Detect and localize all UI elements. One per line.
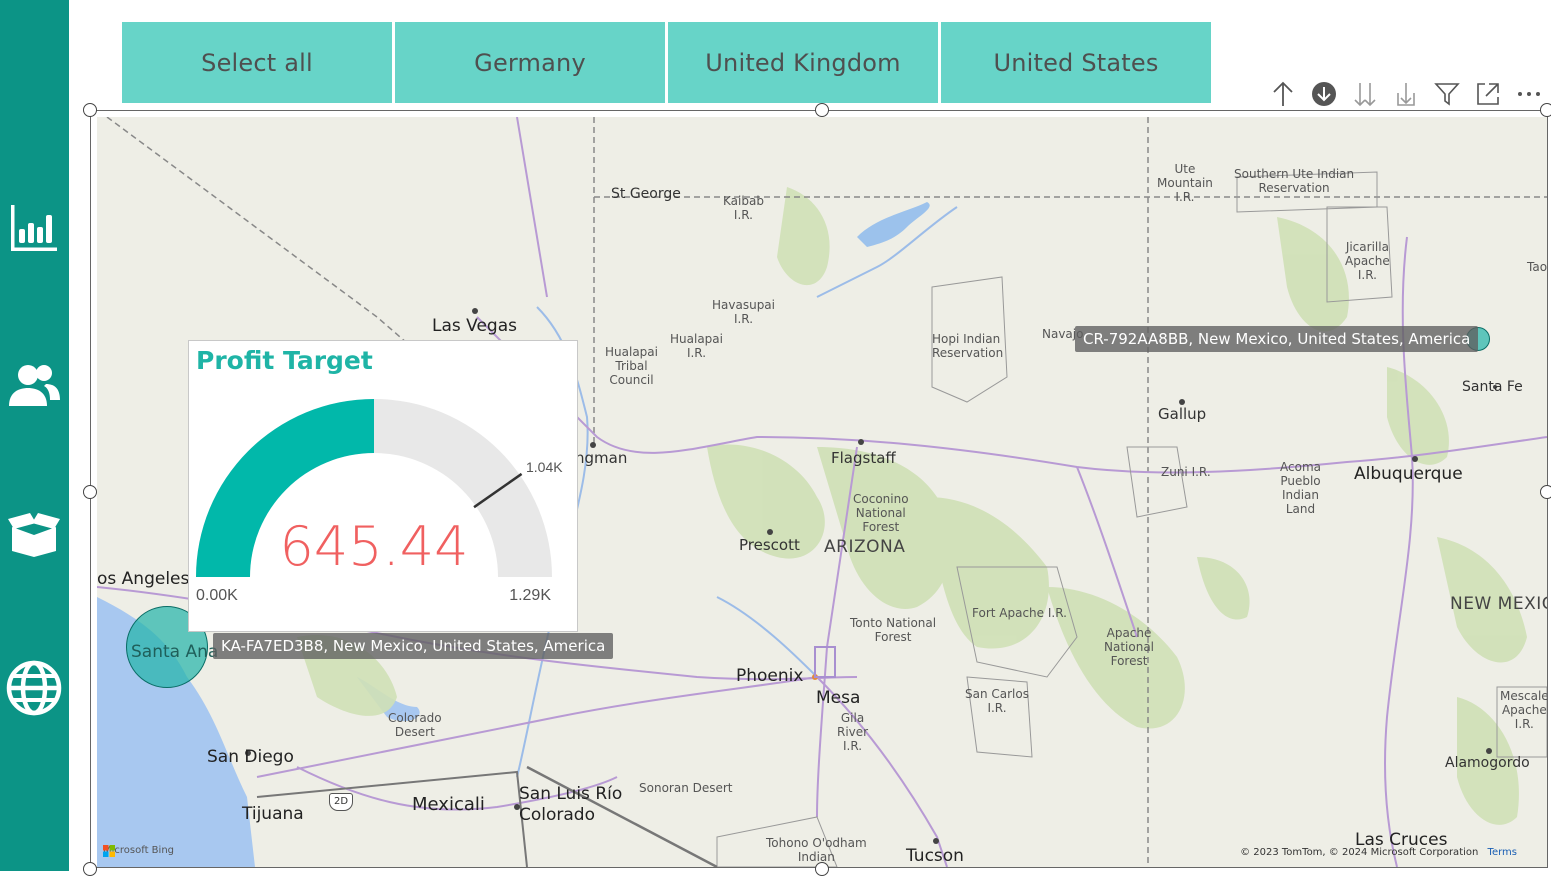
- bar-chart-icon[interactable]: [4, 200, 64, 256]
- gauge-max-label: 1.29K: [509, 587, 551, 604]
- gauge-target-label: 1.04K: [526, 459, 563, 475]
- resize-handle-bottom-left[interactable]: [83, 862, 97, 876]
- resize-handle-middle-left[interactable]: [83, 485, 97, 499]
- resize-handle-top-left[interactable]: [83, 103, 97, 117]
- gauge-value: 645.44: [279, 515, 469, 578]
- visual-header-toolbar: [1262, 80, 1549, 108]
- slicer-option-germany[interactable]: Germany: [395, 22, 665, 103]
- resize-handle-top-center[interactable]: [815, 103, 829, 117]
- expand-hierarchy-icon[interactable]: [1385, 80, 1426, 108]
- slicer-option-select-all[interactable]: Select all: [122, 22, 392, 103]
- globe-icon[interactable]: [4, 660, 64, 716]
- left-navigation-bar: [0, 0, 69, 871]
- drill-down-circle-icon[interactable]: [1303, 80, 1344, 108]
- slicer-option-united-kingdom[interactable]: United Kingdom: [668, 22, 938, 103]
- filter-icon[interactable]: [1426, 80, 1467, 108]
- resize-handle-middle-right[interactable]: [1540, 485, 1551, 499]
- country-slicer: Select all Germany United Kingdom United…: [122, 22, 1214, 103]
- profit-target-gauge[interactable]: Profit Target 645.44 1.04K 0.00K 1.29K: [188, 340, 578, 632]
- focus-mode-icon[interactable]: [1467, 80, 1508, 108]
- users-icon[interactable]: [4, 358, 64, 414]
- box-icon[interactable]: [4, 506, 64, 562]
- arrow-up-icon[interactable]: [1262, 80, 1303, 108]
- resize-handle-bottom-center[interactable]: [815, 862, 829, 876]
- double-arrow-down-icon[interactable]: [1344, 80, 1385, 108]
- slicer-option-united-states[interactable]: United States: [941, 22, 1211, 103]
- resize-handle-top-right[interactable]: [1540, 103, 1551, 117]
- gauge-min-label: 0.00K: [196, 587, 238, 604]
